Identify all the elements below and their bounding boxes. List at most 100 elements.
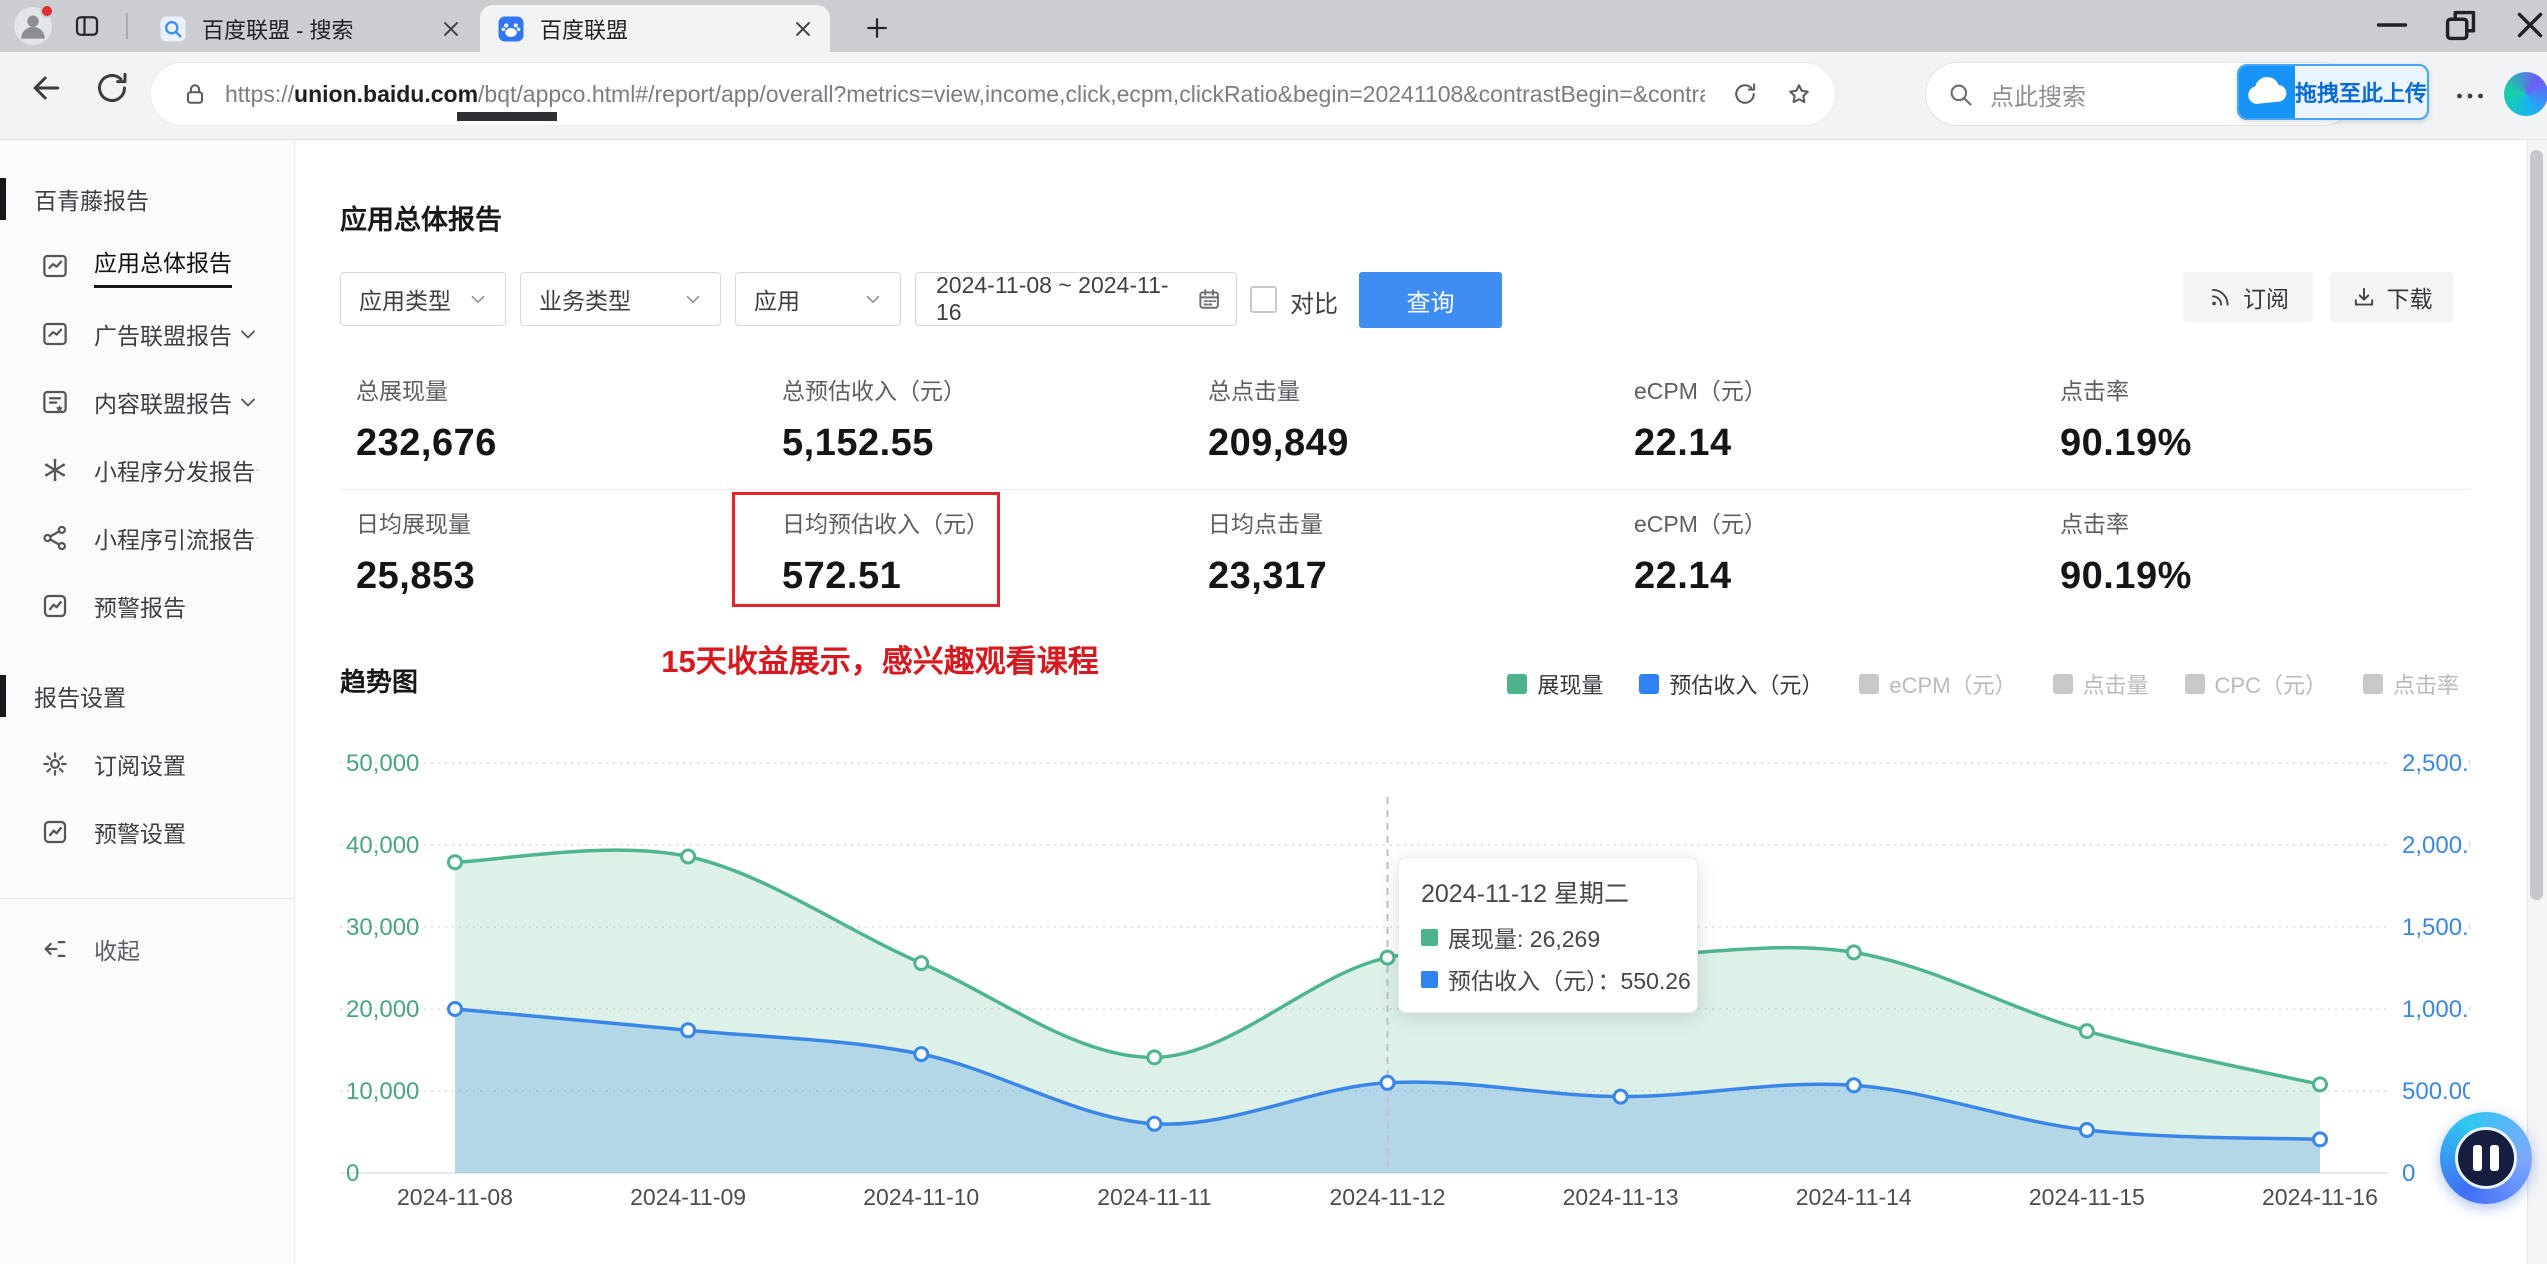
stat-value: 209,849	[1208, 422, 1349, 464]
address-bar[interactable]: https://union.baidu.com/bqt/appco.html#/…	[150, 62, 1836, 126]
subscribe-button[interactable]: 订阅	[2183, 272, 2313, 322]
x-tick: 2024-11-16	[2262, 1184, 2378, 1210]
y-right-tick: 1,500.00	[2402, 914, 2470, 941]
collapse-label: 收起	[94, 938, 140, 964]
browser-tab-0[interactable]: 百度联盟 - 搜索	[142, 5, 478, 52]
legend-item-4[interactable]: CPC（元）	[2184, 668, 2327, 700]
lock-icon[interactable]	[181, 80, 209, 108]
sidebar-item-label: 预警设置	[94, 821, 186, 847]
legend-item-3[interactable]: 点击量	[2052, 668, 2149, 700]
legend-item-2[interactable]: eCPM（元）	[1859, 668, 2017, 700]
data-point[interactable]	[447, 1001, 463, 1017]
stats-divider	[340, 489, 2470, 490]
sidebar-item-1-1[interactable]: 预警设置	[0, 798, 294, 866]
workspaces-icon[interactable]	[72, 11, 102, 41]
favorite-star-icon[interactable]	[1785, 80, 1813, 108]
data-point[interactable]	[680, 848, 697, 865]
netdisk-upload-button[interactable]: 拖拽至此上传	[2237, 64, 2429, 120]
legend-item-5[interactable]: 点击率	[2362, 668, 2459, 700]
sidebar-item-0-2[interactable]: 内容联盟报告	[0, 368, 294, 436]
data-point[interactable]	[1379, 949, 1396, 966]
data-point[interactable]	[680, 1022, 697, 1039]
chevron-down-icon	[862, 288, 884, 310]
y-right-tick: 1,000.00	[2402, 996, 2470, 1023]
data-point[interactable]	[2078, 1023, 2095, 1040]
highlight-red-box	[732, 492, 1000, 607]
chart-tooltip: 2024-11-12 星期二 展现量: 26,269 预估收入（元）：550.26	[1398, 857, 1698, 1013]
translate-refresh-icon[interactable]	[1731, 80, 1759, 108]
legend-label: 点击率	[2392, 673, 2459, 698]
app-select[interactable]: 应用	[735, 272, 901, 326]
chart-legend: 展现量 预估收入（元） eCPM（元） 点击量 CPC（元） 点击率	[1507, 668, 2459, 700]
data-point[interactable]	[1845, 944, 1862, 961]
close-tab-icon[interactable]	[790, 16, 816, 42]
sidebar-item-0-5[interactable]: 预警报告	[0, 572, 294, 640]
browser-menu-icon[interactable]	[2452, 78, 2488, 114]
sidebar-section-header: 报告设置	[0, 675, 294, 717]
data-point[interactable]	[1379, 1074, 1396, 1091]
back-button[interactable]	[26, 68, 66, 108]
x-tick: 2024-11-09	[630, 1184, 746, 1210]
sidebar-item-0-4[interactable]: 小程序引流报告	[0, 504, 294, 572]
collapse-icon	[40, 934, 70, 964]
stat-0-3: eCPM（元） 22.14	[1618, 372, 2044, 465]
refresh-button[interactable]	[92, 68, 132, 108]
sidebar-item-0-1[interactable]: 广告联盟报告	[0, 300, 294, 368]
legend-item-0[interactable]: 展现量	[1507, 668, 1603, 700]
legend-label: CPC（元）	[2214, 673, 2327, 698]
data-point[interactable]	[1146, 1115, 1163, 1132]
query-button[interactable]: 查询	[1359, 272, 1502, 328]
stat-value: 25,853	[356, 555, 476, 597]
legend-swatch	[2052, 674, 2073, 694]
scrollbar-thumb[interactable]	[2530, 150, 2543, 900]
sidebar-item-0-0[interactable]: 应用总体报告	[0, 232, 294, 300]
app-type-select[interactable]: 应用类型	[340, 272, 506, 326]
y-right-tick: 2,000.00	[2402, 832, 2470, 859]
y-left-tick: 20,000	[346, 996, 419, 1023]
trend-chart-title: 趋势图	[340, 667, 419, 697]
notification-dot	[40, 4, 54, 18]
baidu-favicon	[496, 14, 526, 44]
chevron-down-icon	[255, 526, 260, 550]
new-tab-button[interactable]	[862, 13, 892, 43]
restore-button[interactable]	[2438, 8, 2484, 42]
alert-icon	[40, 817, 70, 847]
sidebar-item-1-0[interactable]: 订阅设置	[0, 730, 294, 798]
close-tab-icon[interactable]	[438, 16, 464, 42]
trend-chart[interactable]: 50,000 2,500.00 40,000 2,000.00 30,000 1,500.…	[340, 745, 2495, 1250]
data-point[interactable]	[2078, 1122, 2095, 1138]
sidebar-item-0-3[interactable]: 小程序分发报告	[0, 436, 294, 504]
data-point[interactable]	[913, 1046, 930, 1063]
stat-1-2: 日均点击量 23,317	[1192, 505, 1618, 598]
browser-tab-1[interactable]: 百度联盟	[480, 5, 830, 52]
tab-title: 百度联盟 - 搜索	[202, 17, 354, 43]
floating-extension-button[interactable]	[2440, 1112, 2532, 1204]
compare-label: 对比	[1290, 291, 1338, 318]
minimize-button[interactable]	[2369, 8, 2415, 42]
copilot-icon[interactable]	[2504, 72, 2547, 116]
business-type-select[interactable]: 业务类型	[520, 272, 721, 326]
data-point[interactable]	[1612, 1088, 1629, 1105]
chevron-down-icon	[467, 288, 489, 310]
data-point[interactable]	[447, 854, 463, 871]
date-range-picker[interactable]: 2024-11-08 ~ 2024-11-16	[915, 272, 1237, 326]
legend-item-1[interactable]: 预估收入（元）	[1639, 668, 1823, 700]
data-point[interactable]	[2312, 1131, 2328, 1148]
sidebar-collapse[interactable]: 收起	[0, 915, 294, 983]
legend-label: eCPM（元）	[1889, 673, 2017, 698]
data-point[interactable]	[913, 955, 930, 972]
download-button[interactable]: 下载	[2330, 272, 2453, 322]
chevron-down-icon	[682, 288, 704, 310]
data-point[interactable]	[2312, 1076, 2328, 1093]
red-annotation: 15天收益展示，感兴趣观看课程	[661, 644, 1099, 679]
sidebar-item-label: 内容联盟报告	[94, 391, 232, 417]
tooltip-swatch	[1421, 970, 1438, 988]
data-point[interactable]	[1146, 1049, 1163, 1066]
close-window-button[interactable]	[2507, 8, 2547, 42]
x-tick: 2024-11-12	[1330, 1184, 1446, 1210]
data-point[interactable]	[1845, 1077, 1862, 1094]
stat-label: 日均展现量	[356, 511, 471, 537]
compare-checkbox[interactable]	[1250, 286, 1277, 313]
stat-label: 点击率	[2060, 378, 2129, 404]
stats-row-total: 总展现量 232,676 总预估收入（元） 5,152.55 总点击量 209,849 eC…	[340, 372, 2470, 465]
